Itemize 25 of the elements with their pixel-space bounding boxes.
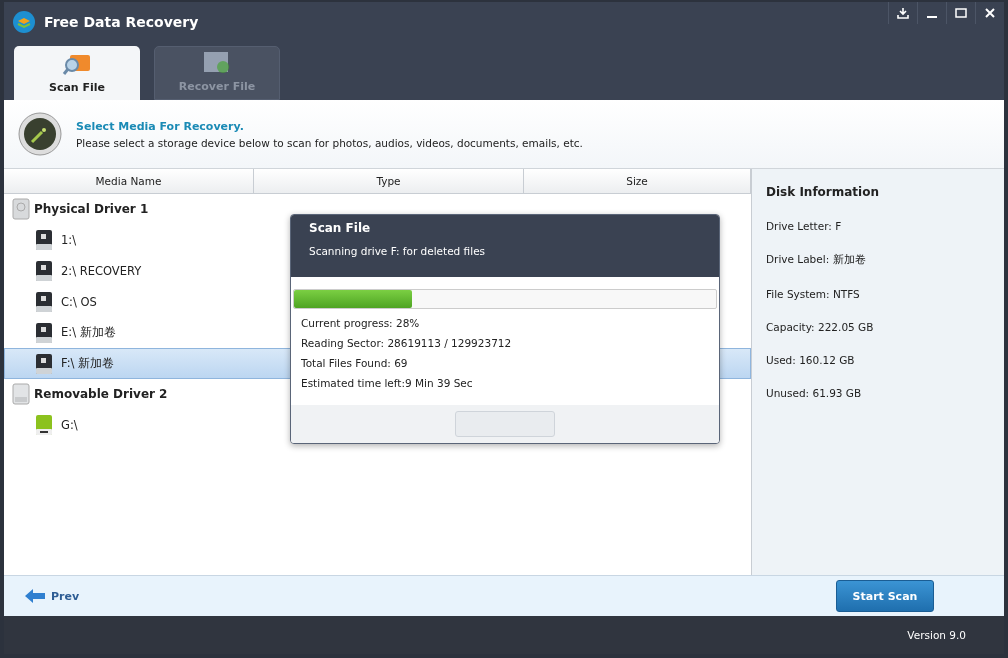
header-title: Select Media For Recovery. [76, 119, 245, 133]
drive-group-label: Physical Driver 1 [34, 202, 149, 216]
drive-label: 1:\ [61, 232, 77, 247]
disk-info-line: Used: 160.12 GB [766, 354, 856, 366]
disk-info-line: File System: NTFS [766, 288, 861, 300]
disk-info-line: Unused: 61.93 GB [766, 387, 863, 399]
drive-label: 2:\ RECOVERY [61, 263, 142, 278]
disk-info-line: Drive Letter: F [766, 220, 843, 232]
drive-label: G:\ [61, 417, 78, 432]
drive-label: E:\ 新加卷 [61, 325, 116, 340]
disk-info-line: Drive Label: 新加卷 [766, 253, 867, 267]
dialog-subtitle: Scanning drive F: for deleted files [309, 245, 487, 257]
disk-info-line: Capacity: 222.05 GB [766, 321, 875, 333]
scan-status-line: Estimated time left:9 Min 39 Sec [301, 377, 474, 389]
version-label: Version 9.0 [907, 629, 966, 641]
header-description: Please select a storage device below to scan for photos, audios, videos, documents, emails, etc. [76, 136, 583, 149]
drive-group-label: Removable Driver 2 [34, 387, 168, 401]
dialog-title: Scan File [309, 221, 372, 235]
drive-label: F:\ 新加卷 [61, 356, 115, 371]
window-title: Free Data Recovery [44, 14, 199, 30]
scan-status-line: Current progress: 28% [301, 317, 421, 329]
scan-status-line: Reading Sector: 28619113 / 129923712 [301, 337, 513, 349]
drive-label: C:\ OS [61, 294, 97, 309]
scan-status-line: Total Files Found: 69 [301, 357, 409, 369]
disk-info-title: Disk Information [766, 185, 880, 199]
